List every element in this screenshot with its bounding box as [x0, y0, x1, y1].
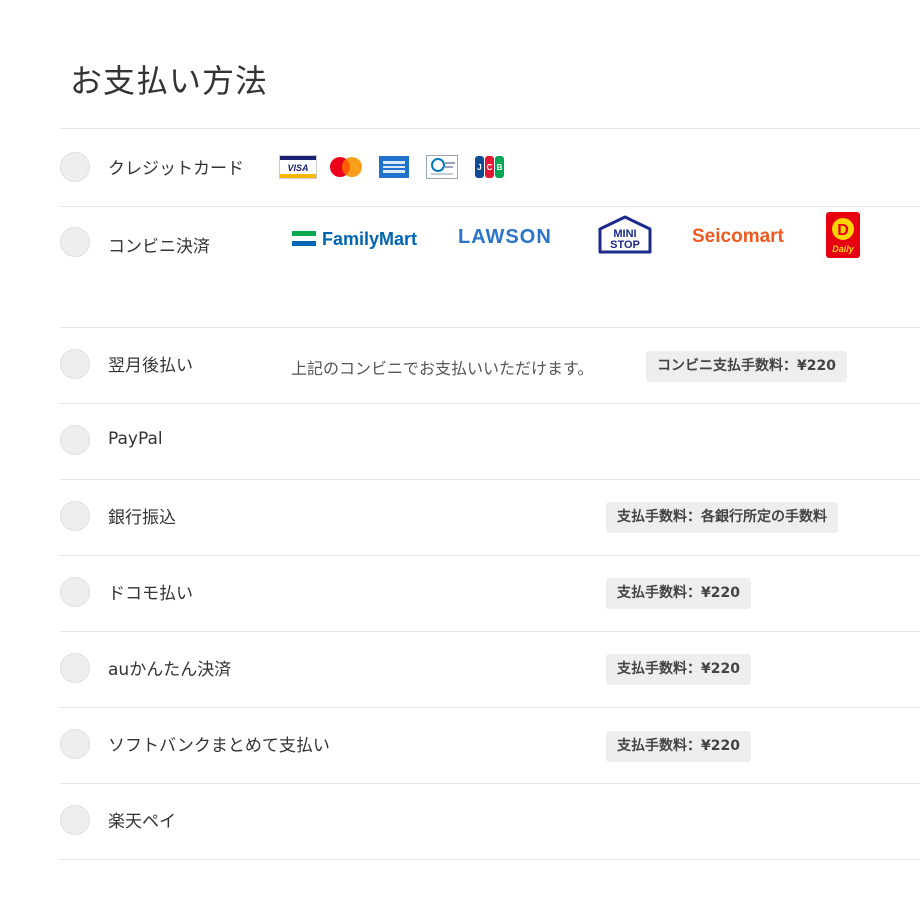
payment-option-deferred[interactable]: 翌月後払い: [60, 328, 920, 404]
payment-option-convenience-store[interactable]: コンビニ決済 FamilyMart LAWSON MINI STOP Seico…: [60, 207, 920, 382]
radio-bank-transfer[interactable]: [60, 501, 90, 531]
amex-icon: [375, 155, 413, 179]
payment-label-deferred: 翌月後払い: [108, 356, 193, 376]
svg-text:B: B: [497, 163, 503, 172]
docomo-fee-badge: 支払手数料：¥220: [606, 578, 751, 609]
au-fee-badge: 支払手数料：¥220: [606, 654, 751, 685]
payment-option-softbank[interactable]: ソフトバンクまとめて支払い 支払手数料：¥220: [60, 708, 920, 784]
bank-transfer-fee-badge: 支払手数料：各銀行所定の手数料: [606, 502, 838, 533]
ministop-logo: MINI STOP: [594, 215, 656, 259]
radio-deferred[interactable]: [60, 349, 90, 379]
payment-method-list: クレジットカード VISA J C B コンビニ決済 FamilyMart LA…: [60, 128, 920, 860]
radio-credit-card[interactable]: [60, 152, 90, 182]
payment-label-credit-card: クレジットカード: [108, 159, 244, 179]
lawson-logo: LAWSON: [458, 226, 552, 248]
svg-text:VISA: VISA: [287, 163, 308, 173]
payment-label-rakuten-pay: 楽天ペイ: [108, 812, 176, 832]
payment-label-softbank: ソフトバンクまとめて支払い: [108, 736, 330, 756]
radio-rakuten-pay[interactable]: [60, 805, 90, 835]
page-title: お支払い方法: [70, 62, 269, 100]
mastercard-icon: [327, 155, 365, 179]
svg-text:STOP: STOP: [610, 239, 640, 251]
radio-convenience-store[interactable]: [60, 227, 90, 257]
payment-label-paypal: PayPal: [108, 429, 163, 449]
payment-label-convenience-store: コンビニ決済: [108, 237, 210, 257]
payment-option-bank-transfer[interactable]: 銀行振込 支払手数料：各銀行所定の手数料: [60, 480, 920, 556]
svg-text:C: C: [487, 163, 493, 172]
softbank-fee-badge: 支払手数料：¥220: [606, 731, 751, 762]
payment-option-docomo[interactable]: ドコモ払い 支払手数料：¥220: [60, 556, 920, 632]
radio-docomo[interactable]: [60, 577, 90, 607]
payment-option-rakuten-pay[interactable]: 楽天ペイ: [60, 784, 920, 860]
daily-yamazaki-logo: D Daily: [826, 212, 860, 262]
payment-label-docomo: ドコモ払い: [108, 584, 193, 604]
diners-club-icon: [423, 155, 461, 179]
payment-method-page: お支払い方法 クレジットカード VISA J C B コンビニ決済 Family…: [0, 0, 920, 920]
payment-option-au[interactable]: auかんたん決済 支払手数料：¥220: [60, 632, 920, 708]
daily-name: Daily: [832, 244, 855, 254]
payment-option-paypal[interactable]: PayPal: [60, 404, 920, 480]
seicomart-logo: Seicomart: [692, 226, 784, 247]
svg-text:D: D: [837, 222, 849, 239]
payment-label-bank-transfer: 銀行振込: [108, 508, 176, 528]
visa-icon: VISA: [279, 155, 317, 179]
payment-label-au: auかんたん決済: [108, 660, 232, 680]
radio-paypal[interactable]: [60, 425, 90, 455]
jcb-icon: J C B: [471, 155, 509, 179]
card-brand-logos: VISA J C B: [279, 155, 519, 179]
svg-text:J: J: [477, 163, 481, 172]
familymart-logo: FamilyMart: [292, 229, 422, 253]
radio-softbank[interactable]: [60, 729, 90, 759]
familymart-name: FamilyMart: [322, 229, 418, 249]
payment-option-credit-card[interactable]: クレジットカード VISA J C B: [60, 129, 920, 207]
radio-au[interactable]: [60, 653, 90, 683]
